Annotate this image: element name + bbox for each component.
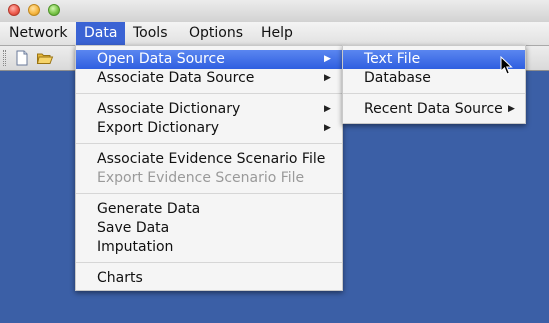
menu-item-open-data-source[interactable]: Open Data Source ▶ bbox=[76, 50, 342, 69]
minimize-window-button[interactable] bbox=[28, 4, 40, 16]
menu-separator bbox=[343, 93, 525, 94]
menu-item-label: Associate Dictionary bbox=[97, 101, 241, 117]
menu-item-label: Open Data Source bbox=[97, 51, 225, 67]
menu-item-export-dictionary[interactable]: Export Dictionary ▶ bbox=[76, 119, 342, 138]
menu-item-charts[interactable]: Charts bbox=[76, 269, 342, 288]
menu-item-label: Export Evidence Scenario File bbox=[97, 170, 305, 186]
menu-item-associate-dictionary[interactable]: Associate Dictionary ▶ bbox=[76, 100, 342, 119]
menu-data[interactable]: Data bbox=[76, 22, 126, 45]
menu-item-export-evidence-scenario-file: Export Evidence Scenario File bbox=[76, 169, 342, 188]
menu-item-generate-data[interactable]: Generate Data bbox=[76, 200, 342, 219]
submenu-arrow-icon: ▶ bbox=[324, 104, 331, 114]
menu-item-label: Database bbox=[364, 70, 431, 86]
submenu-arrow-icon: ▶ bbox=[324, 123, 331, 133]
menu-item-label: Recent Data Source bbox=[364, 101, 503, 117]
menu-item-associate-data-source[interactable]: Associate Data Source ▶ bbox=[76, 69, 342, 88]
menu-separator bbox=[76, 262, 342, 263]
menu-separator bbox=[76, 193, 342, 194]
submenu-arrow-icon: ▶ bbox=[508, 104, 515, 114]
menu-item-label: Associate Data Source bbox=[97, 70, 255, 86]
menu-tools[interactable]: Tools bbox=[133, 22, 168, 45]
menu-item-label: Associate Evidence Scenario File bbox=[97, 151, 326, 167]
menu-separator bbox=[76, 143, 342, 144]
menu-item-label: Save Data bbox=[97, 220, 170, 236]
menu-item-imputation[interactable]: Imputation bbox=[76, 238, 342, 257]
menu-options[interactable]: Options bbox=[189, 22, 243, 45]
menu-item-label: Charts bbox=[97, 270, 143, 286]
menu-bar: Network Data Tools Options Help bbox=[0, 22, 549, 46]
zoom-window-button[interactable] bbox=[48, 4, 60, 16]
menu-item-recent-data-source[interactable]: Recent Data Source ▶ bbox=[343, 100, 525, 119]
menu-item-save-data[interactable]: Save Data bbox=[76, 219, 342, 238]
close-window-button[interactable] bbox=[8, 4, 20, 16]
menu-network[interactable]: Network bbox=[9, 22, 67, 45]
new-document-icon[interactable] bbox=[13, 49, 31, 67]
menu-item-label: Export Dictionary bbox=[97, 120, 220, 136]
menu-item-associate-evidence-scenario-file[interactable]: Associate Evidence Scenario File bbox=[76, 150, 342, 169]
menu-item-label: Imputation bbox=[97, 239, 174, 255]
menu-item-database[interactable]: Database bbox=[343, 69, 525, 88]
menu-item-text-file[interactable]: Text File bbox=[343, 50, 525, 69]
data-menu: Open Data Source ▶ Associate Data Source… bbox=[75, 45, 343, 291]
submenu-arrow-icon: ▶ bbox=[324, 73, 331, 83]
open-folder-icon[interactable] bbox=[36, 49, 54, 67]
title-bar bbox=[0, 0, 549, 23]
toolbar-grip[interactable] bbox=[3, 50, 6, 66]
menu-item-label: Generate Data bbox=[97, 201, 201, 217]
menu-help[interactable]: Help bbox=[261, 22, 293, 45]
open-data-source-submenu: Text File Database Recent Data Source ▶ bbox=[342, 45, 526, 124]
menu-item-label: Text File bbox=[364, 51, 421, 67]
menu-separator bbox=[76, 93, 342, 94]
mouse-pointer-icon bbox=[500, 55, 514, 76]
submenu-arrow-icon: ▶ bbox=[324, 54, 331, 64]
